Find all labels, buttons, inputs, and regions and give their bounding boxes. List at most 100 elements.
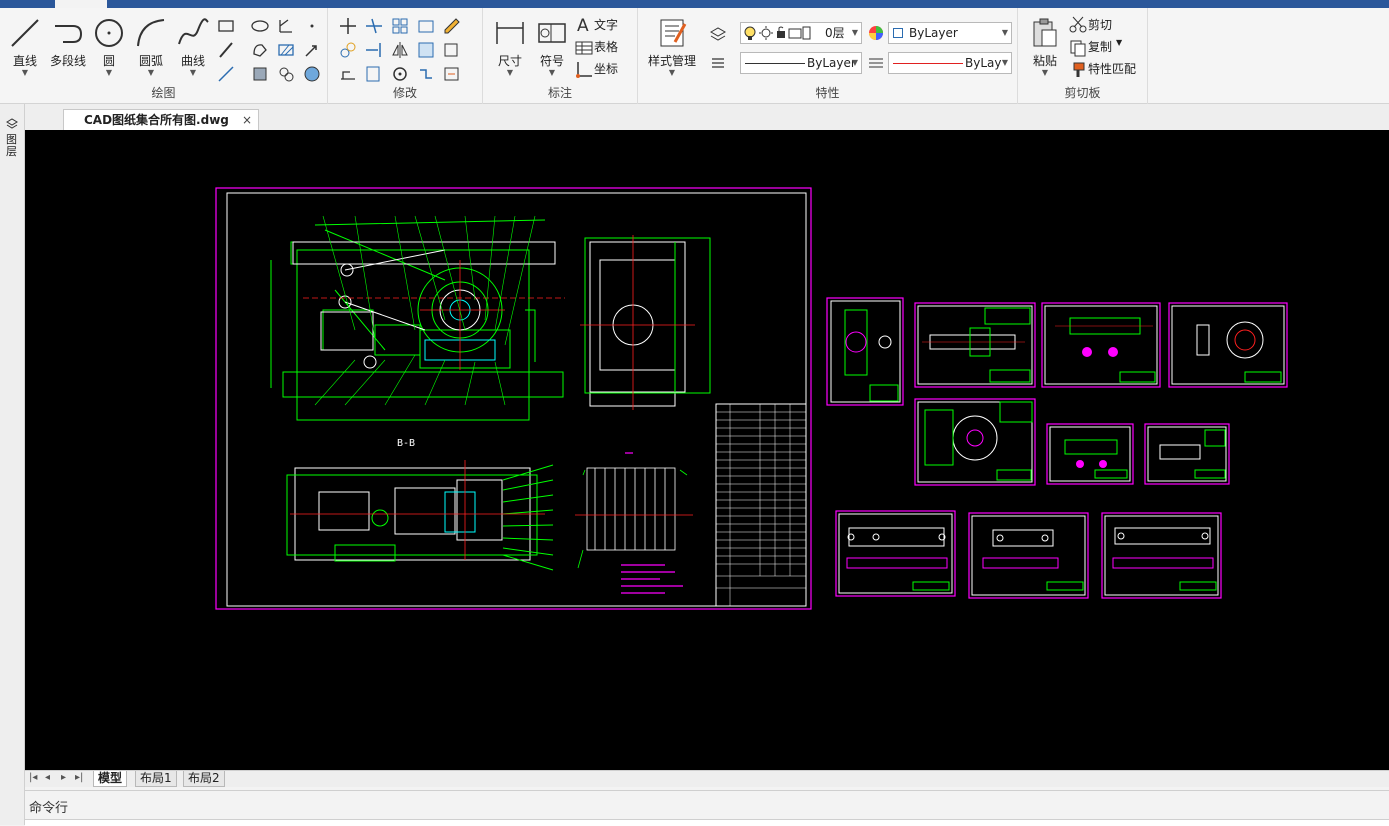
text-button-label[interactable]: 文字 xyxy=(594,16,618,33)
lineweight-icon[interactable] xyxy=(866,53,886,73)
modify-group-label: 修改 xyxy=(392,86,417,100)
table-button-label[interactable]: 表格 xyxy=(594,38,618,55)
stretch-icon[interactable] xyxy=(338,64,358,84)
scissors-icon[interactable] xyxy=(1068,14,1088,34)
curve-button[interactable]: 曲线 ▼ xyxy=(172,14,214,82)
tab-layout-1[interactable]: 布局1 xyxy=(135,771,177,787)
copy-button-label[interactable]: 复制 xyxy=(1088,38,1112,55)
trim-icon[interactable] xyxy=(364,16,384,36)
coordinate-button-label[interactable]: 坐标 xyxy=(594,60,618,77)
table-icon[interactable] xyxy=(574,38,594,58)
chevron-down-icon[interactable]: ▼ xyxy=(1116,38,1122,47)
join-icon[interactable] xyxy=(416,64,436,84)
lineweight-value: ByLay xyxy=(965,56,1002,70)
drawing-sheets[interactable]: B-B xyxy=(25,130,1389,770)
command-label: 命令行 xyxy=(29,801,69,816)
prev-layout-icon[interactable]: ◂ xyxy=(45,772,50,783)
chevron-down-icon: ▼ xyxy=(851,28,858,37)
move-icon[interactable] xyxy=(338,16,358,36)
region-icon[interactable] xyxy=(250,40,270,60)
document-tab-title: CAD图纸集合所有图.dwg xyxy=(84,113,229,127)
paste-button[interactable]: 粘贴 ▼ xyxy=(1024,14,1066,82)
next-layout-icon[interactable]: ▸ xyxy=(61,772,66,783)
chevron-down-icon: ▼ xyxy=(147,68,155,77)
line-label: 直线 xyxy=(12,54,37,68)
first-layout-icon[interactable]: |◂ xyxy=(29,772,37,783)
copy-object-icon[interactable] xyxy=(338,40,358,60)
active-ribbon-tab[interactable] xyxy=(55,0,107,8)
command-area: 命令行 xyxy=(25,790,1389,826)
explode-icon[interactable] xyxy=(442,40,462,60)
match-properties-label[interactable]: 特性匹配 xyxy=(1088,60,1136,77)
fillet-icon[interactable] xyxy=(416,40,436,60)
erase-icon[interactable] xyxy=(442,64,462,84)
thumbnail-sheet-3 xyxy=(1041,302,1161,388)
main-sheet: B-B xyxy=(215,187,812,610)
construction-line-icon[interactable] xyxy=(216,40,236,60)
color-wheel-icon[interactable] xyxy=(866,23,886,43)
color-select[interactable]: ByLayer ▼ xyxy=(888,22,1012,44)
arc-icon xyxy=(137,19,165,47)
coordinate-icon[interactable] xyxy=(574,60,594,80)
scale-icon[interactable] xyxy=(364,64,384,84)
color-swatch xyxy=(893,28,903,38)
extend-icon[interactable] xyxy=(364,40,384,60)
chevron-down-icon: ▼ xyxy=(548,68,556,77)
chevron-down-icon: ▼ xyxy=(1001,58,1008,67)
wipeout-icon[interactable] xyxy=(302,64,322,84)
lineweight-select[interactable]: ByLay ▼ xyxy=(888,52,1012,74)
array-icon[interactable] xyxy=(390,16,410,36)
properties-group-label: 特性 xyxy=(815,86,840,100)
arc-button[interactable]: 圆弧 ▼ xyxy=(130,14,172,82)
block-icon[interactable] xyxy=(250,64,270,84)
dimension-button[interactable]: 尺寸 ▼ xyxy=(489,14,531,82)
style-manager-button[interactable]: 样式管理 ▼ xyxy=(642,14,702,82)
line-button[interactable]: 直线 ▼ xyxy=(4,14,46,82)
linetype-select[interactable]: ByLayer ▼ xyxy=(740,52,862,74)
layer-select[interactable]: 0层 ▼ xyxy=(740,22,862,44)
circle-label: 圆 xyxy=(102,54,115,68)
tab-layout-2[interactable]: 布局2 xyxy=(183,771,225,787)
match-properties-icon[interactable] xyxy=(1068,60,1088,80)
dimension-icon xyxy=(496,22,524,44)
mirror-icon[interactable] xyxy=(390,40,410,60)
arrow-tool-icon[interactable] xyxy=(302,40,322,60)
circle-button[interactable]: 圆 ▼ xyxy=(88,14,130,82)
dimension-label: 尺寸 xyxy=(497,54,522,68)
layer-panel-icon[interactable] xyxy=(5,116,20,132)
drawing-canvas[interactable]: B-B xyxy=(25,130,1389,770)
layout-tab-bar: |◂ ◂ ▸ ▸| 模型 布局1 布局2 xyxy=(25,770,1389,787)
symbol-label: 符号 xyxy=(539,54,564,68)
arc-label: 圆弧 xyxy=(138,54,163,68)
ellipse-icon[interactable] xyxy=(250,16,270,36)
layer-panel-label[interactable]: 图层 xyxy=(6,134,18,158)
thumbnail-sheet-5 xyxy=(914,398,1036,486)
hatch-icon[interactable] xyxy=(276,40,296,60)
cut-button-label[interactable]: 剪切 xyxy=(1088,16,1112,33)
tab-model[interactable]: 模型 xyxy=(93,771,128,787)
polyline-button[interactable]: 多段线 xyxy=(45,14,91,82)
curve-icon xyxy=(178,18,209,45)
offset-icon[interactable] xyxy=(416,16,436,36)
linetype-value: ByLayer xyxy=(807,56,856,70)
copy-icon[interactable] xyxy=(1068,38,1088,58)
curve-label: 曲线 xyxy=(180,54,205,68)
ribbon: 直线 ▼ 多段线 圆 ▼ 圆弧 ▼ 曲线 ▼ 绘图 修改 尺寸 ▼ 符号 ▼ A… xyxy=(0,8,1389,104)
ray-icon[interactable] xyxy=(216,64,236,84)
layer-properties-icon[interactable] xyxy=(708,24,728,44)
pencil-icon[interactable] xyxy=(442,16,462,36)
boundary-icon[interactable] xyxy=(276,64,296,84)
chevron-down-icon: ▼ xyxy=(668,68,676,77)
close-icon[interactable]: × xyxy=(242,110,252,130)
rotate-icon[interactable] xyxy=(390,64,410,84)
rectangle-icon[interactable] xyxy=(216,16,236,36)
list-icon[interactable] xyxy=(708,53,728,73)
last-layout-icon[interactable]: ▸| xyxy=(75,772,83,783)
angle-icon[interactable] xyxy=(276,16,296,36)
polyline-icon xyxy=(55,25,83,43)
text-icon[interactable]: A xyxy=(574,14,594,34)
document-tab-bar: CAD图纸集合所有图.dwg × xyxy=(25,104,1389,130)
document-tab[interactable]: CAD图纸集合所有图.dwg × xyxy=(63,109,259,130)
point-icon[interactable] xyxy=(302,16,322,36)
symbol-button[interactable]: 符号 ▼ xyxy=(531,14,573,82)
